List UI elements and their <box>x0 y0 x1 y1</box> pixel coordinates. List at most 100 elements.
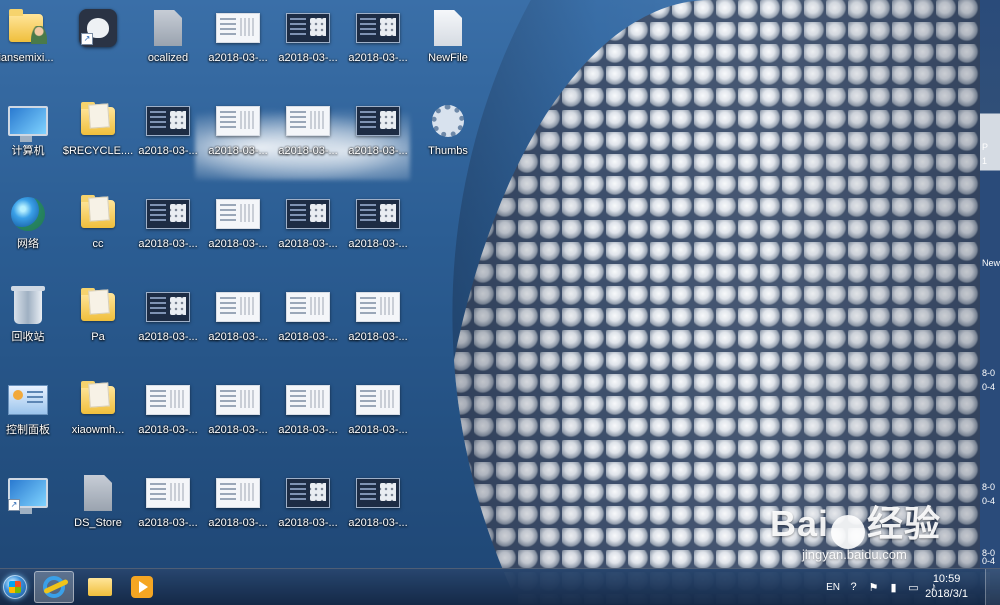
desktop-icon-label: a2018-03-... <box>348 331 408 343</box>
strip-fragment: 8-0 <box>982 482 996 492</box>
image-thumbnail-icon <box>356 194 400 234</box>
desktop-icon-recycle-folder[interactable]: $RECYCLE.... <box>62 95 134 175</box>
clock-date: 2018/3/1 <box>925 588 968 600</box>
folder-icon <box>76 287 120 327</box>
desktop-icon-screenshot[interactable]: a2018-03-... <box>202 95 274 175</box>
desktop-icon-ds-store[interactable]: DS_Store <box>62 467 134 547</box>
language-indicator[interactable]: EN <box>826 582 840 593</box>
desktop-icon-screenshot[interactable]: a2018-03-... <box>342 374 414 454</box>
strip-fragment: 0-4 <box>982 382 996 392</box>
shortcut-arrow-icon: ↗ <box>81 33 93 45</box>
image-thumbnail-icon <box>216 101 260 141</box>
strip-fragment: 0-4 <box>982 556 996 566</box>
desktop-icon-screenshot[interactable]: a2018-03-... <box>272 374 344 454</box>
image-thumbnail-icon <box>146 194 190 234</box>
desktop-icon-screenshot[interactable]: a2018-03-... <box>202 188 274 268</box>
file-icon <box>146 8 190 48</box>
gear-icon <box>426 101 470 141</box>
desktop-icon-screenshot[interactable]: a2018-03-... <box>202 281 274 361</box>
image-thumbnail-icon <box>356 380 400 420</box>
taskbar-ie-button[interactable] <box>34 571 74 603</box>
image-thumbnail-icon <box>146 101 190 141</box>
image-thumbnail-icon <box>356 473 400 513</box>
help-icon[interactable]: ? <box>847 581 860 594</box>
desktop-icon-label: iansemixi... <box>0 52 54 64</box>
desktop-icon-screenshot[interactable]: a2018-03-... <box>272 467 344 547</box>
desktop-icon-localized[interactable]: ocalized <box>132 2 204 82</box>
desktop-icon-label: a2018-03-... <box>348 424 408 436</box>
bear-app-icon: ↗ <box>76 8 120 48</box>
desktop-icon-control-panel[interactable]: 控制面板 <box>0 374 64 454</box>
folder-icon <box>76 380 120 420</box>
desktop-icon-pa-folder[interactable]: Pa <box>62 281 134 361</box>
desktop-icon-label: a2018-03-... <box>348 517 408 529</box>
flag-icon[interactable]: ⚑ <box>867 581 880 594</box>
desktop-icon-computer[interactable]: 计算机 <box>0 95 64 175</box>
user-folder-icon <box>4 8 48 48</box>
desktop-icon-screenshot[interactable]: a2018-03-... <box>342 188 414 268</box>
desktop-icon-cc-folder[interactable]: cc <box>62 188 134 268</box>
shortcut-arrow-icon: ↗ <box>8 499 20 511</box>
show-desktop-button[interactable] <box>985 569 1000 605</box>
desktop-icon-screenshot[interactable]: a2018-03-... <box>132 281 204 361</box>
start-button[interactable] <box>0 569 30 605</box>
desktop-icon-screenshot[interactable]: a2018-03-... <box>202 374 274 454</box>
desktop-icon-network[interactable]: 网络 <box>0 188 64 268</box>
network-globe-icon <box>6 194 50 234</box>
desktop-icon-screenshot[interactable]: a2018-03-... <box>342 281 414 361</box>
watermark-brand-left: Bai <box>770 503 830 544</box>
battery-icon[interactable]: ▮ <box>887 581 900 594</box>
desktop-icon-computer-shortcut[interactable]: ↗ <box>0 467 64 547</box>
folder-icon <box>76 194 120 234</box>
image-thumbnail-icon <box>286 101 330 141</box>
baidu-jingyan-watermark: Bai 经验 jingyan.baidu.com <box>770 495 941 562</box>
desktop-icon-bear-app[interactable]: ↗ <box>62 2 134 82</box>
image-thumbnail-icon <box>286 380 330 420</box>
desktop-icon-screenshot[interactable]: a2018-03-... <box>202 2 274 82</box>
desktop-icon-screenshot[interactable]: a2018-03-... <box>272 2 344 82</box>
taskbar: EN ? ⚑ ▮ ▭ ♪ 10:59 2018/3/1 <box>0 568 1000 605</box>
image-thumbnail-icon <box>146 473 190 513</box>
desktop-icon-screenshot[interactable]: a2018-03-... <box>132 188 204 268</box>
network-icon[interactable]: ▭ <box>907 581 920 594</box>
image-thumbnail-icon <box>356 8 400 48</box>
text-file-icon <box>426 8 470 48</box>
desktop-icon-label: Thumbs <box>428 145 468 157</box>
adjacent-screen-strip: P 1 New 8-0 0-4 8-0 0-4 8-0 0-4 <box>980 0 1000 568</box>
desktop-icon-recycle-bin[interactable]: 回收站 <box>0 281 64 361</box>
image-thumbnail-icon <box>286 194 330 234</box>
desktop-icon-label: NewFile <box>428 52 468 64</box>
desktop-icon-newfile[interactable]: NewFile <box>412 2 484 82</box>
desktop-icon-screenshot[interactable]: a2018-03-... <box>342 95 414 175</box>
image-thumbnail-icon <box>286 287 330 327</box>
desktop-icon-xiaowmh-folder[interactable]: xiaowmh... <box>62 374 134 454</box>
desktop-icon-screenshot[interactable]: a2018-03-... <box>342 2 414 82</box>
watermark-url: jingyan.baidu.com <box>802 546 907 562</box>
desktop-icon-screenshot[interactable]: a2018-03-... <box>132 467 204 547</box>
clock-time: 10:59 <box>932 573 961 585</box>
desktop-icon-screenshot[interactable]: a2018-03-... <box>202 467 274 547</box>
desktop-icon-screenshot[interactable]: a2018-03-... <box>272 281 344 361</box>
desktop-icon-screenshot[interactable]: a2018-03-... <box>132 374 204 454</box>
image-thumbnail-icon <box>216 8 260 48</box>
windows-logo-icon <box>3 575 27 599</box>
strip-fragment: 8-0 <box>982 368 996 378</box>
taskbar-clock[interactable]: 10:59 2018/3/1 <box>925 572 968 602</box>
taskbar-explorer-button[interactable] <box>80 571 120 603</box>
strip-fragment: New <box>982 258 1000 268</box>
desktop-icon-thumbs[interactable]: Thumbs <box>412 95 484 175</box>
image-thumbnail-icon <box>216 380 260 420</box>
computer-shortcut-icon: ↗ <box>6 473 50 514</box>
image-thumbnail-icon <box>146 380 190 420</box>
image-thumbnail-icon <box>286 8 330 48</box>
computer-icon <box>6 101 50 142</box>
image-thumbnail-icon <box>216 194 260 234</box>
desktop-icon-screenshot[interactable]: a2018-03-... <box>132 95 204 175</box>
taskbar-media-player-button[interactable] <box>122 571 162 603</box>
desktop-icon-screenshot[interactable]: a2018-03-... <box>272 188 344 268</box>
image-thumbnail-icon <box>286 473 330 513</box>
desktop-icon-screenshot[interactable]: a2018-03-... <box>272 95 344 175</box>
desktop-icon-screenshot[interactable]: a2018-03-... <box>342 467 414 547</box>
desktop-icon-user-folder[interactable]: iansemixi... <box>0 2 62 82</box>
image-thumbnail-icon <box>356 287 400 327</box>
